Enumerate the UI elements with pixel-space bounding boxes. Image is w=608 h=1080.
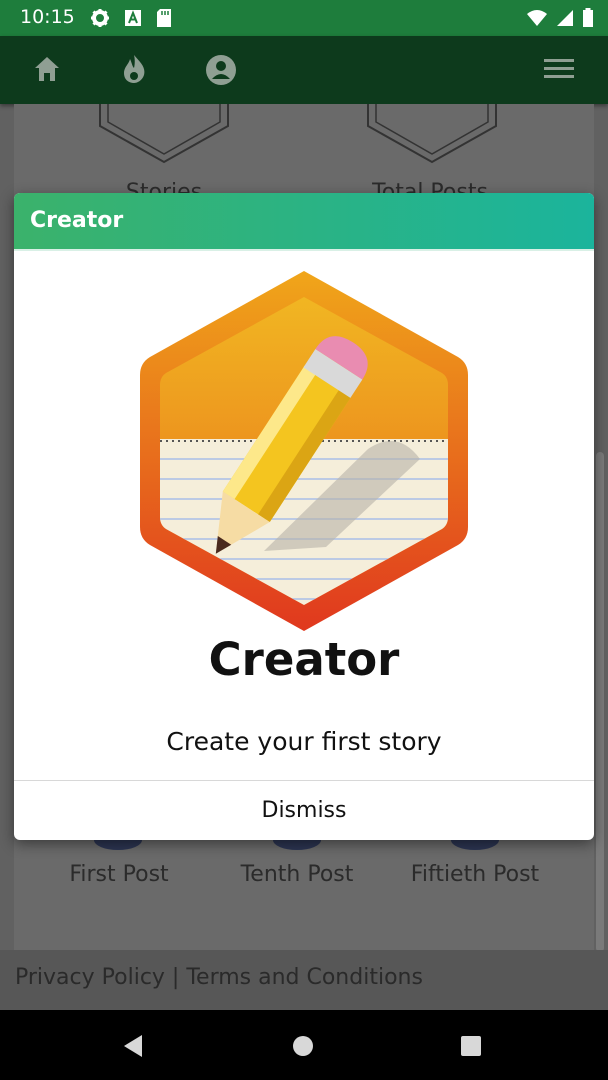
stories-hex-outline: [99, 104, 229, 164]
badge-description: Create your first story: [166, 727, 442, 756]
wifi-icon: [526, 9, 548, 31]
account-icon[interactable]: [205, 54, 237, 90]
first-post-label: First Post: [69, 862, 169, 887]
navigation-bar: [0, 1010, 608, 1080]
status-bar: 10:15: [0, 0, 608, 36]
dismiss-button[interactable]: Dismiss: [14, 781, 594, 840]
battery-icon: [582, 8, 594, 32]
app-bar: [0, 36, 608, 104]
creator-badge-image: [140, 271, 468, 631]
font-icon: [124, 9, 142, 31]
badge-dialog: Creator Creator Create your first story …: [14, 193, 594, 840]
sd-card-icon: [156, 8, 172, 32]
badge-title: Creator: [208, 633, 400, 686]
total-posts-hex-outline: [367, 104, 497, 164]
signal-icon: [556, 9, 574, 31]
flame-icon[interactable]: [120, 54, 148, 88]
home-icon[interactable]: [32, 54, 62, 88]
scrollbar[interactable]: [596, 452, 604, 952]
footer-links[interactable]: Privacy Policy | Terms and Conditions: [15, 965, 423, 990]
recents-icon[interactable]: [460, 1035, 482, 1061]
menu-icon[interactable]: [544, 58, 574, 84]
back-icon[interactable]: [122, 1034, 144, 1062]
tenth-post-label: Tenth Post: [240, 862, 354, 887]
settings-icon: [90, 8, 110, 32]
home-nav-icon[interactable]: [292, 1035, 314, 1061]
status-time: 10:15: [20, 6, 75, 28]
dialog-header: Creator: [14, 193, 594, 251]
fiftieth-post-label: Fiftieth Post: [410, 862, 540, 887]
